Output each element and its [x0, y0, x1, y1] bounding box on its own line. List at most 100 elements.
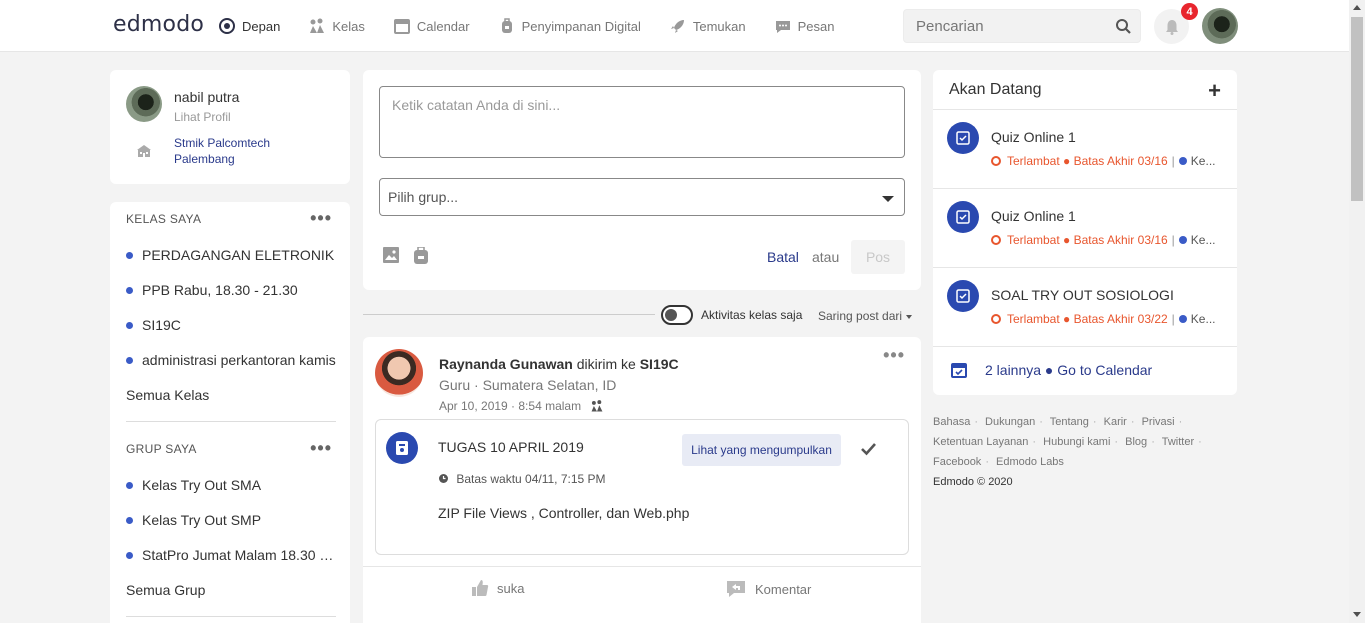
page-scrollbar[interactable] [1349, 0, 1365, 623]
nav-item-pesan[interactable]: Pesan [774, 17, 834, 35]
post-card: Raynanda Gunawan dikirim ke SI19C Guru ·… [363, 337, 921, 623]
toggle-label: Aktivitas kelas saja [701, 308, 803, 322]
divider [126, 616, 336, 617]
footer-link[interactable]: Tentang [1050, 416, 1089, 428]
group-item[interactable]: Kelas Try Out SMP [126, 512, 338, 528]
class-item[interactable]: PPB Rabu, 18.30 - 21.30 [126, 282, 338, 298]
group-item[interactable]: Kelas Try Out SMA [126, 477, 338, 493]
divider [933, 346, 1237, 347]
scroll-down-arrow[interactable] [1353, 612, 1361, 617]
nav-item-kelas[interactable]: Kelas [308, 17, 365, 35]
scroll-up-arrow[interactable] [1353, 5, 1361, 10]
footer-link[interactable]: Edmodo Labs [996, 456, 1064, 468]
class-activity-toggle[interactable] [661, 305, 693, 325]
backpack-icon [501, 18, 512, 33]
nav-label: Depan [242, 18, 281, 34]
groups-more-icon[interactable]: ••• [310, 438, 332, 459]
post-button[interactable]: Pos [851, 240, 905, 274]
nav-item-calendar[interactable]: Calendar [393, 17, 470, 35]
footer-link[interactable]: Dukungan [985, 416, 1035, 428]
upcoming-item-title[interactable]: Quiz Online 1 [991, 208, 1076, 224]
image-attach-icon[interactable] [383, 247, 399, 263]
filter-posts-dropdown[interactable]: Saring post dari [818, 309, 912, 323]
post-timestamp[interactable]: Apr 10, 2019 · 8:54 malam [439, 399, 581, 413]
footer-link[interactable]: Privasi [1142, 416, 1175, 428]
user-avatar[interactable] [1202, 8, 1238, 44]
post-date: Apr 10, 2019 · 8:54 malam [439, 399, 604, 413]
upcoming-item[interactable]: SOAL TRY OUT SOSIOLOGI Terlambat ● Batas… [933, 267, 1237, 346]
profile-card: nabil putra Lihat Profil Stmik Palcomtec… [110, 70, 350, 184]
nav-item-penyimpanan[interactable]: Penyimpanan Digital [498, 17, 641, 35]
upcoming-item[interactable]: Quiz Online 1 Terlambat ● Batas Akhir 03… [933, 188, 1237, 267]
comment-icon [727, 581, 745, 597]
author-name[interactable]: Raynanda Gunawan [439, 356, 573, 372]
author-role: Guru · Sumatera Selatan, ID [439, 377, 617, 393]
class-item[interactable]: administrasi perkantoran kamis [126, 352, 338, 368]
profile-avatar[interactable] [126, 86, 162, 122]
comment-button[interactable]: Komentar [725, 579, 811, 599]
view-profile-link[interactable]: Lihat Profil [174, 110, 231, 124]
status: Terlambat [1007, 312, 1060, 326]
group-select-value: Pilih grup... [388, 189, 459, 205]
group-item[interactable]: StatPro Jumat Malam 18.30 - 21.30 [126, 547, 338, 563]
calendar-icon [951, 363, 967, 378]
nav-item-temukan[interactable]: Temukan [669, 17, 746, 35]
upcoming-item-title[interactable]: SOAL TRY OUT SOSIOLOGI [991, 287, 1174, 303]
all-classes-link[interactable]: Semua Kelas [126, 387, 209, 403]
upcoming-item-title[interactable]: Quiz Online 1 [991, 129, 1076, 145]
edmodo-logo[interactable]: edmodo [113, 12, 204, 37]
main-nav: Depan Kelas Calendar Penyimpanan Digital… [218, 0, 862, 52]
all-groups-link[interactable]: Semua Grup [126, 582, 205, 598]
target-class[interactable]: SI19C [640, 356, 679, 372]
deadline: Batas Akhir 03/22 [1073, 312, 1168, 326]
classes-more-icon[interactable]: ••• [310, 208, 332, 229]
profile-name[interactable]: nabil putra [174, 89, 239, 105]
footer-link[interactable]: Blog [1125, 436, 1147, 448]
assignment-card[interactable]: TUGAS 10 APRIL 2019 Batas waktu 04/11, 7… [375, 419, 909, 555]
footer-link[interactable]: Hubungi kami [1043, 436, 1110, 448]
assignment-description: ZIP File Views , Controller, dan Web.php [438, 505, 690, 521]
assignment-title[interactable]: TUGAS 10 APRIL 2019 [438, 439, 584, 455]
clock-icon [991, 235, 1001, 245]
class-item[interactable]: PERDAGANGAN ELETRONIK [126, 247, 338, 263]
search-icon[interactable] [1115, 18, 1132, 35]
checkmark-icon[interactable] [860, 442, 877, 456]
bell-icon [1165, 19, 1178, 35]
divider [126, 421, 336, 422]
group-select[interactable]: Pilih grup... [379, 178, 905, 216]
post-actions-bar: suka Komentar [363, 566, 921, 608]
class-item[interactable]: SI19C [126, 317, 338, 333]
status: Terlambat [1007, 233, 1060, 247]
add-icon[interactable]: + [1208, 78, 1221, 104]
dot-icon [1178, 315, 1187, 323]
author-avatar[interactable] [375, 349, 423, 397]
nav-label: Temukan [692, 18, 746, 34]
view-submissions-button[interactable]: Lihat yang mengumpulkan [682, 434, 841, 466]
go-to-calendar-link[interactable]: 2 lainnya ● Go to Calendar [985, 362, 1152, 378]
search-box [903, 9, 1141, 43]
upcoming-title: Akan Datang [949, 81, 1042, 98]
backpack-attach-icon[interactable] [414, 247, 428, 264]
footer-link[interactable]: Facebook [933, 456, 981, 468]
chevron-down-icon [882, 196, 894, 202]
school-icon [137, 145, 151, 157]
deadline: Batas Akhir 03/16 [1073, 154, 1168, 168]
school-link[interactable]: Stmik Palcomtech Palembang [174, 135, 294, 167]
clock-icon [991, 156, 1001, 166]
cancel-button[interactable]: Batal [767, 249, 799, 265]
footer-link[interactable]: Ketentuan Layanan [933, 436, 1028, 448]
footer-link[interactable]: Bahasa [933, 416, 970, 428]
nav-item-depan[interactable]: Depan [218, 17, 280, 35]
calendar-icon [393, 19, 410, 34]
post-options-icon[interactable]: ••• [883, 345, 905, 366]
footer-link[interactable]: Karir [1104, 416, 1127, 428]
like-label: suka [497, 580, 525, 596]
search-input[interactable] [904, 10, 1104, 42]
like-button[interactable]: suka [471, 579, 524, 597]
upcoming-item[interactable]: Quiz Online 1 Terlambat ● Batas Akhir 03… [933, 109, 1237, 188]
scroll-thumb[interactable] [1351, 17, 1363, 201]
note-textarea[interactable]: Ketik catatan Anda di sini... [379, 86, 905, 158]
assignment-icon [386, 432, 418, 464]
footer-link[interactable]: Twitter [1162, 436, 1194, 448]
message-icon [775, 21, 790, 33]
